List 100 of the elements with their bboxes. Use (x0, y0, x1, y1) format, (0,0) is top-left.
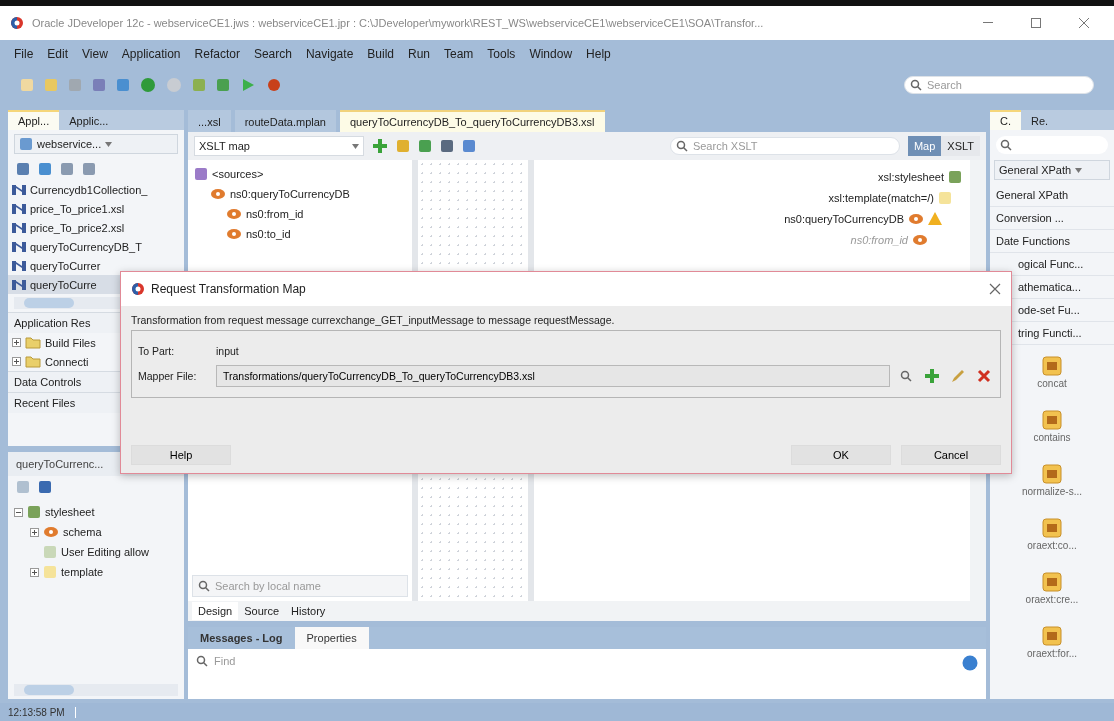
toolbar-icon[interactable] (462, 139, 476, 153)
expand-icon[interactable] (12, 338, 21, 347)
xsl-map-entry[interactable]: price_To_price1.xsl (8, 199, 184, 218)
element-icon (908, 212, 924, 225)
toolbar-icon[interactable] (418, 139, 432, 153)
sources-icon (194, 167, 208, 181)
menu-item[interactable]: Tools (487, 47, 516, 61)
menu-item[interactable]: Run (408, 47, 430, 61)
search-field[interactable]: Search XSLT (669, 137, 900, 155)
menu-item[interactable]: Help (586, 47, 611, 61)
project-icon (19, 137, 33, 151)
tree-item-label[interactable]: schema (63, 526, 102, 538)
tree-item-label[interactable]: Connecti (45, 355, 89, 368)
search-field[interactable]: Search by local name (192, 575, 408, 597)
dialog-button[interactable]: Help (131, 445, 231, 465)
panel-tab[interactable]: Applic... (59, 110, 119, 130)
mode-toggle[interactable]: XSLT (941, 136, 980, 156)
menu-item[interactable]: Edit (47, 47, 69, 61)
tree-item-label[interactable]: template (61, 566, 104, 578)
editor-tab[interactable]: queryToCurrencyDB_To_queryToCurrencyDB3.xsl (339, 110, 605, 132)
view-dropdown[interactable]: XSLT map (194, 136, 364, 156)
menu-item[interactable]: View (82, 47, 108, 61)
collapse-icon[interactable] (14, 507, 23, 517)
menu-item[interactable]: File (14, 47, 34, 61)
tree-item-label[interactable]: xsl:stylesheet (877, 170, 944, 183)
add-button[interactable] (922, 366, 942, 386)
expand-icon[interactable] (30, 567, 39, 577)
tree-item-label[interactable]: xsl:template(match=/) (828, 191, 934, 204)
editor-tab[interactable]: ...xsl (188, 110, 231, 132)
run-icon[interactable] (240, 77, 256, 93)
project-dropdown[interactable]: webservice... (14, 134, 178, 154)
tree-item-label[interactable]: ns0:queryToCurrencyDB (784, 212, 904, 225)
map-file-icon (12, 201, 26, 216)
tree-item-label[interactable]: ns0:from_id (246, 208, 304, 220)
function-label[interactable]: concat (1037, 377, 1067, 389)
xsl-map-entry[interactable]: queryToCurrer (8, 256, 184, 275)
tree-item-label[interactable]: ns0:queryToCurrencyDB (230, 188, 350, 200)
editor-tab[interactable]: routeData.mplan (234, 110, 336, 132)
function-icon (1042, 409, 1062, 430)
caret-icon (1075, 167, 1083, 173)
tree-item-label[interactable]: ns0:to_id (246, 228, 291, 240)
app-logo-icon (10, 16, 24, 30)
dialog-button[interactable]: OK (791, 445, 891, 465)
caret-icon (352, 143, 359, 149)
mapper-file-field[interactable]: Transformations/queryToCurrencyDB_To_queryToCurrencyDB3.xsl (216, 365, 890, 387)
function-icon (1042, 355, 1062, 376)
search-icon (1000, 139, 1012, 151)
element-icon (226, 208, 242, 220)
view-tab[interactable]: Design (192, 602, 239, 620)
function-label[interactable]: oraext:co... (1027, 539, 1077, 551)
tree-item-label[interactable]: Build Files (45, 336, 96, 349)
expand-icon[interactable] (12, 357, 21, 366)
menu-item[interactable]: Refactor (194, 47, 240, 61)
search-field[interactable]: Search (904, 76, 1094, 94)
panel-tab[interactable]: Appl... (8, 110, 60, 130)
function-label[interactable]: oraext:for... (1027, 647, 1077, 659)
xsl-map-entry[interactable]: Currencydb1Collection_ (8, 180, 184, 199)
function-label[interactable]: contains (1033, 431, 1071, 443)
search-icon (900, 370, 912, 382)
folder-icon (25, 336, 41, 349)
close-icon[interactable] (989, 283, 1001, 295)
view-tab[interactable]: History (285, 602, 332, 620)
maximize-icon (1031, 18, 1041, 28)
category-item[interactable]: Conversion ... (990, 207, 1114, 230)
menu-item[interactable]: Window (529, 47, 573, 61)
log-tab[interactable]: Properties (294, 627, 369, 649)
add-icon[interactable] (372, 138, 388, 154)
toolbar-icon[interactable] (82, 162, 96, 176)
xsl-map-entry[interactable]: price_To_price2.xsl (8, 218, 184, 237)
function-label[interactable]: normalize-s... (1022, 485, 1082, 497)
tree-item-label[interactable]: User Editing allow (61, 546, 150, 558)
tree-item-label[interactable]: <sources> (212, 168, 264, 180)
minimize-icon (983, 22, 993, 24)
category-item[interactable]: General XPath (990, 184, 1114, 207)
view-tab[interactable]: Source (238, 602, 286, 620)
field-label: To Part: (138, 345, 176, 357)
toolbar-icon[interactable] (38, 162, 52, 176)
element-icon (226, 228, 242, 240)
xsl-map-entry[interactable]: queryToCurrencyDB_T (8, 237, 184, 256)
menu-item[interactable]: Team (444, 47, 474, 61)
menu-item[interactable]: Application (121, 47, 181, 61)
stylesheet-icon (948, 169, 962, 184)
dialog-button[interactable]: Cancel (901, 445, 1001, 465)
field-value: input (216, 345, 239, 357)
menu-item[interactable]: Search (253, 47, 292, 61)
expand-icon[interactable] (30, 527, 39, 537)
function-label[interactable]: oraext:cre... (1025, 593, 1079, 605)
menu-item[interactable]: Navigate (305, 47, 354, 61)
category-dropdown[interactable]: General XPath (994, 160, 1110, 180)
menu-item[interactable]: Build (367, 47, 394, 61)
category-item[interactable]: Date Functions (990, 230, 1114, 253)
panel-tab[interactable]: C. (990, 110, 1021, 130)
log-tab[interactable]: Messages - Log (188, 627, 295, 649)
panel-tab[interactable]: Re. (1021, 110, 1059, 130)
tree-item-label[interactable]: stylesheet (45, 506, 95, 518)
toolbar-icon[interactable] (16, 162, 30, 176)
search-field[interactable] (996, 136, 1108, 154)
scrollbar[interactable] (14, 684, 178, 696)
toolbar-icon[interactable] (440, 139, 454, 153)
status-time: 12:13:58 PM (8, 706, 76, 718)
